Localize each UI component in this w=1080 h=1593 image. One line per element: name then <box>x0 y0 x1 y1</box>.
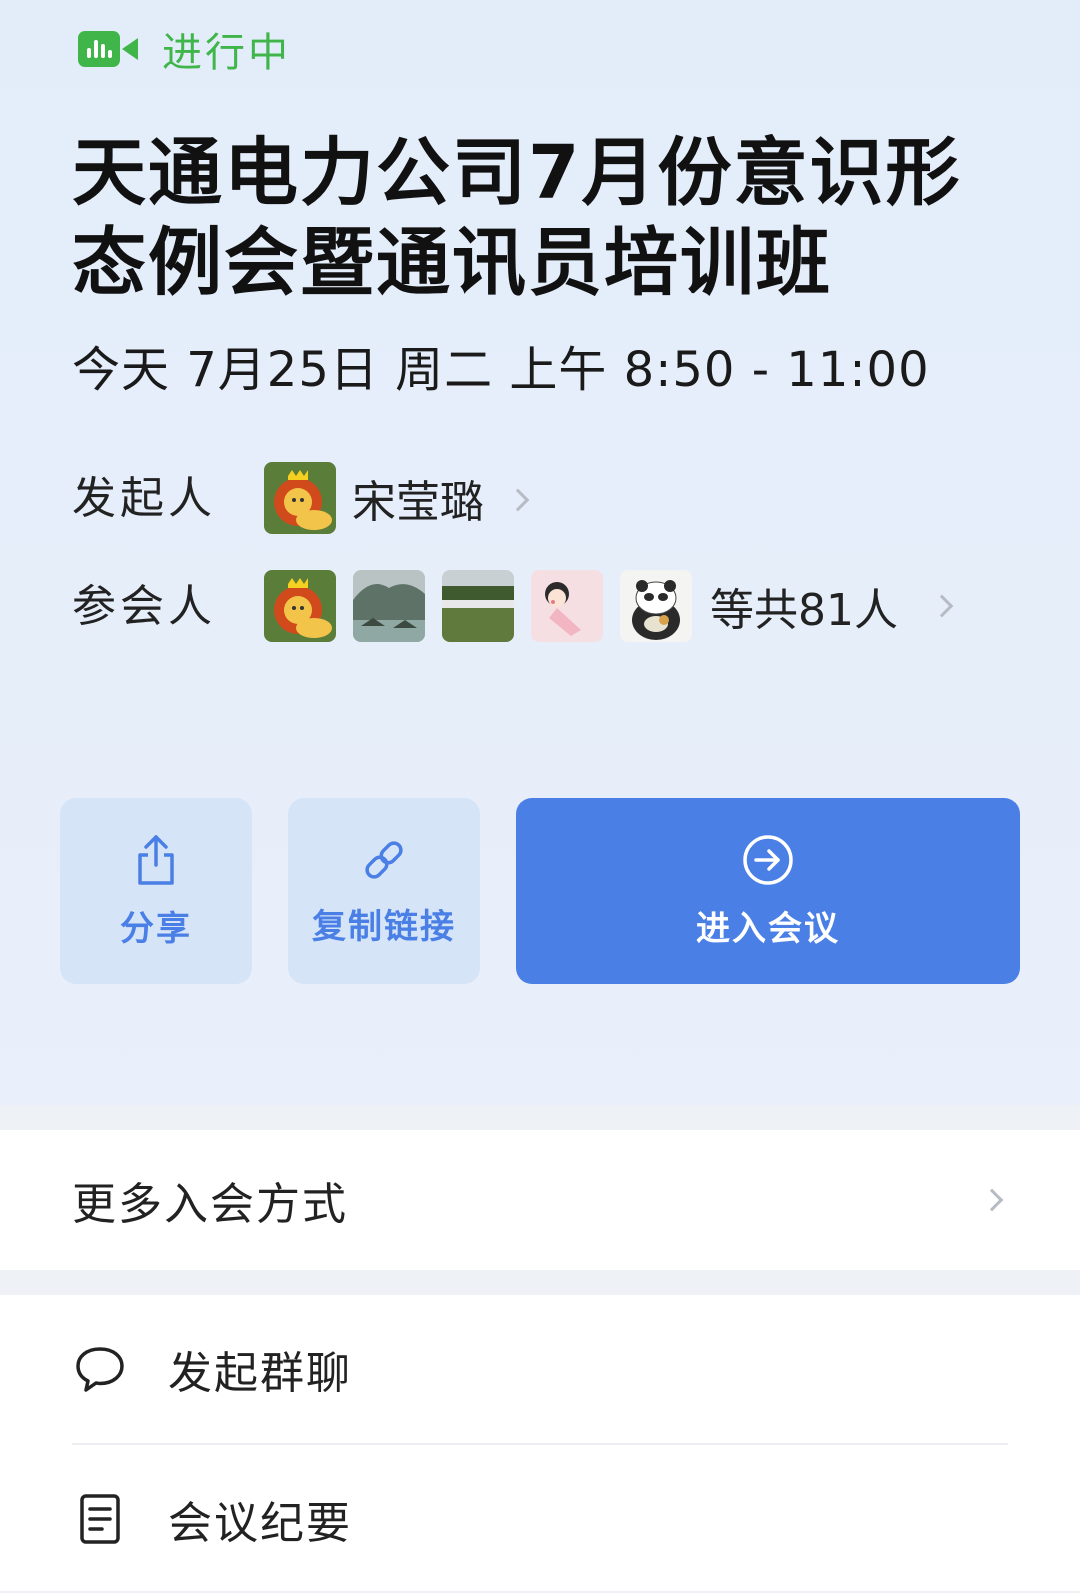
chevron-right-icon <box>980 1188 1004 1212</box>
arrow-circle-right-icon <box>743 834 793 885</box>
chat-bubble-icon <box>76 1347 124 1392</box>
meeting-minutes-label: 会议纪要 <box>168 1498 352 1549</box>
group-chat-row[interactable]: 发起群聊 <box>0 1295 1080 1443</box>
organizer-label: 发起人 <box>72 473 216 524</box>
share-icon <box>138 834 174 885</box>
organizer-name[interactable]: 宋莹璐 <box>352 466 484 530</box>
video-camera-icon <box>78 29 140 69</box>
more-join-ways-label: 更多入会方式 <box>72 1179 348 1230</box>
more-join-ways-row[interactable]: 更多入会方式 <box>0 1130 1080 1270</box>
group-chat-label: 发起群聊 <box>168 1348 352 1399</box>
participant-avatar[interactable] <box>264 570 336 642</box>
meeting-tools-card: 发起群聊 会议纪要 <box>0 1295 1080 1591</box>
meeting-datetime: 今天 7月25日 周二 上午 8:50 - 11:00 <box>72 342 930 398</box>
participant-avatar[interactable] <box>531 570 603 642</box>
participant-avatar[interactable] <box>353 570 425 642</box>
participants-count[interactable]: 等共81人 <box>710 574 898 638</box>
status-label: 进行中 <box>162 30 291 76</box>
participant-avatar[interactable] <box>442 570 514 642</box>
more-join-ways-card: 更多入会方式 <box>0 1130 1080 1270</box>
meeting-title: 天通电力公司7月份意识形态例会暨通讯员培训班 <box>72 130 962 306</box>
link-icon <box>365 840 403 879</box>
participants-label: 参会人 <box>72 581 216 632</box>
document-icon <box>80 1494 120 1544</box>
organizer-avatar[interactable] <box>264 462 336 534</box>
meeting-status: 进行中 <box>78 26 291 76</box>
copy-link-button[interactable]: 复制链接 <box>288 798 480 984</box>
copy-link-label: 复制链接 <box>312 906 456 947</box>
participant-avatar[interactable] <box>620 570 692 642</box>
meeting-minutes-row[interactable]: 会议纪要 <box>0 1445 1080 1593</box>
share-label: 分享 <box>120 908 192 949</box>
join-meeting-label: 进入会议 <box>696 908 840 949</box>
join-meeting-button[interactable]: 进入会议 <box>516 798 1020 984</box>
share-button[interactable]: 分享 <box>60 798 252 984</box>
